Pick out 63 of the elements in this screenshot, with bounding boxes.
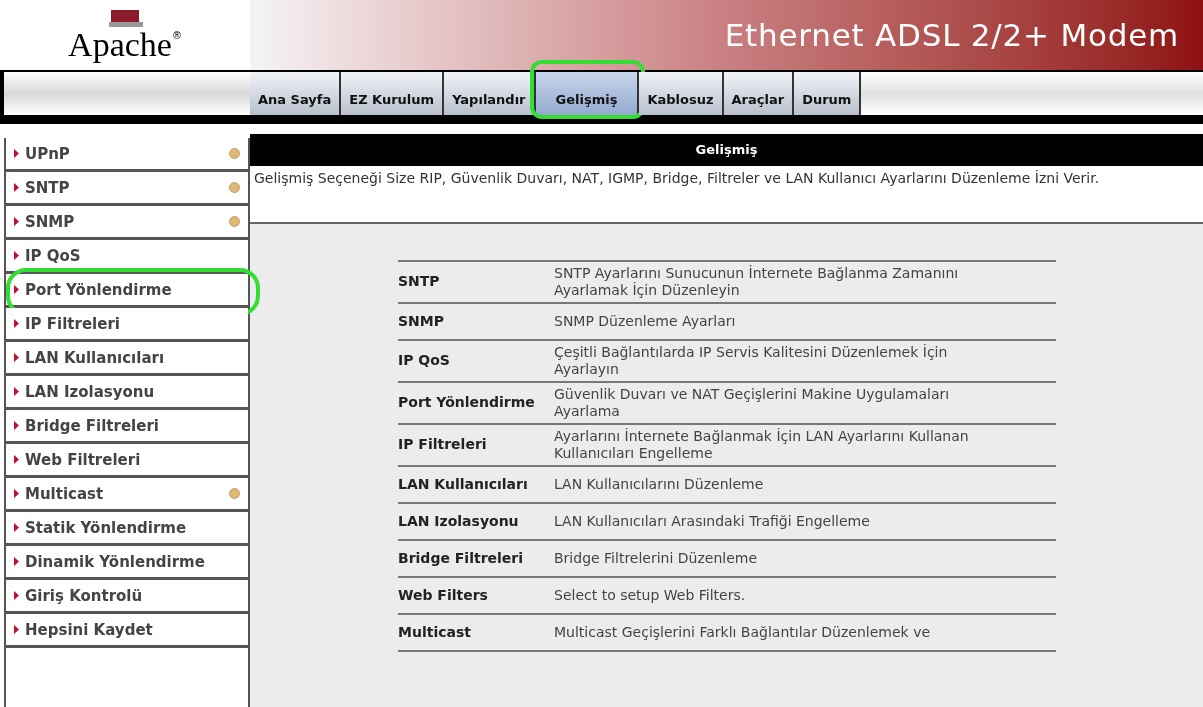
table-cell-text: Port Yönlendirme — [398, 393, 536, 412]
arrow-icon — [14, 319, 19, 328]
arrow-icon — [14, 285, 19, 294]
sidebar-label: SNMP — [25, 212, 76, 231]
table-cell-text: LAN Kullanıcılarını Düzenleme — [554, 475, 765, 493]
table-cell-text: LAN Izolasyonu — [398, 511, 520, 531]
table-cell-text: SNMP — [398, 311, 445, 331]
arrow-icon — [14, 387, 19, 396]
sidebar-label: Hepsini Kaydet — [25, 620, 154, 639]
sidebar-label: LAN Izolasyonu — [25, 382, 156, 401]
sidebar-label: Dinamik Yönlendirme — [25, 552, 206, 571]
sidebar-label: LAN Kullanıcıları — [25, 348, 166, 367]
arrow-icon — [14, 251, 19, 260]
nav-tab[interactable]: Gelişmiş — [535, 72, 640, 115]
nav-tab[interactable]: Durum — [794, 72, 862, 115]
table-cell-text: Select to setup Web Filters. — [554, 586, 747, 604]
table-cell-text: LAN Kullanıcıları — [398, 474, 529, 494]
section-header: Gelişmiş — [250, 134, 1203, 166]
arrow-icon — [14, 217, 19, 226]
sidebar-label: Statik Yönlendirme — [25, 518, 188, 537]
sidebar-label: SNTP — [25, 178, 71, 197]
nav-tab[interactable]: Yapılandır — [444, 72, 536, 115]
table-cell-text: Multicast Geçişlerini Farklı Bağlantılar Düzenlemek ve — [554, 623, 932, 641]
table-cell-text: Ayarlarını İnternete Bağlanmak İçin LAN Ayarlarını Kullanan Kullanıcıları Engelleme — [554, 427, 970, 462]
arrow-icon — [14, 523, 19, 532]
logo-text: Apache — [68, 28, 172, 62]
arrow-icon — [14, 183, 19, 192]
nav-tab[interactable]: Ana Sayfa — [250, 72, 342, 115]
arrow-icon — [14, 421, 19, 430]
section-description: Gelişmiş Seçeneği Size RIP, Güvenlik Duvarı, NAT, IGMP, Bridge, Filtreler ve LAN Kullanıcı Ayarlarını Düzenleme İzni Verir. — [250, 165, 1203, 224]
arrow-icon — [14, 557, 19, 566]
table-cell-text: Çeşitli Bağlantılarda IP Servis Kalitesini Düzenlemek İçin Ayarlayın — [554, 343, 949, 378]
sidebar-label: Bridge Filtreleri — [25, 416, 160, 435]
table-cell-text: LAN Kullanıcıları Arasındaki Trafiği Engelleme — [554, 512, 871, 530]
sidebar-label: Multicast — [25, 484, 105, 503]
nav-tab[interactable]: EZ Kurulum — [341, 72, 445, 115]
table-cell-text: Multicast — [398, 622, 472, 642]
arrow-icon — [14, 625, 19, 634]
table-cell-text: IP QoS — [398, 351, 451, 370]
sidebar-label: Giriş Kontrolü — [25, 586, 144, 605]
arrow-icon — [14, 489, 19, 498]
arrow-icon — [14, 591, 19, 600]
sidebar-label: UPnP — [25, 144, 71, 163]
nav-tab[interactable]: Kablosuz — [639, 72, 724, 115]
banner-title: Ethernet ADSL 2/2+ Modem — [724, 15, 1179, 55]
table-cell-text: Web Filters — [398, 585, 489, 605]
sidebar-label: Web Filtreleri — [25, 450, 142, 469]
sidebar-item[interactable]: IP Filtreleri — [6, 308, 248, 342]
arrow-icon — [14, 353, 19, 362]
table-cell-text: Bridge Filtreleri — [398, 548, 525, 568]
registered-mark: ® — [171, 29, 182, 43]
table-cell-text: Bridge Filtrelerini Düzenleme — [554, 549, 759, 567]
arrow-icon — [14, 149, 19, 158]
arrow-icon — [14, 455, 19, 464]
sidebar-label: IP QoS — [25, 246, 82, 265]
table-cell-text: IP Filtreleri — [398, 435, 488, 454]
sidebar-label: IP Filtreleri — [25, 314, 121, 333]
table-cell-text: SNTP Ayarlarını Sunucunun İnternete Bağlanma Zamanını Ayarlamak İçin Düzenleyin — [554, 264, 960, 299]
sidebar-label: Port Yönlendirme — [25, 280, 173, 299]
table-cell-text: SNMP Düzenleme Ayarları — [554, 312, 737, 330]
table-cell-text: SNTP — [398, 272, 441, 291]
nav-tab[interactable]: Araçlar — [723, 72, 795, 115]
table-cell-text: Güvenlik Duvarı ve NAT Geçişlerini Makine Uygulamaları Ayarlama — [554, 385, 951, 420]
